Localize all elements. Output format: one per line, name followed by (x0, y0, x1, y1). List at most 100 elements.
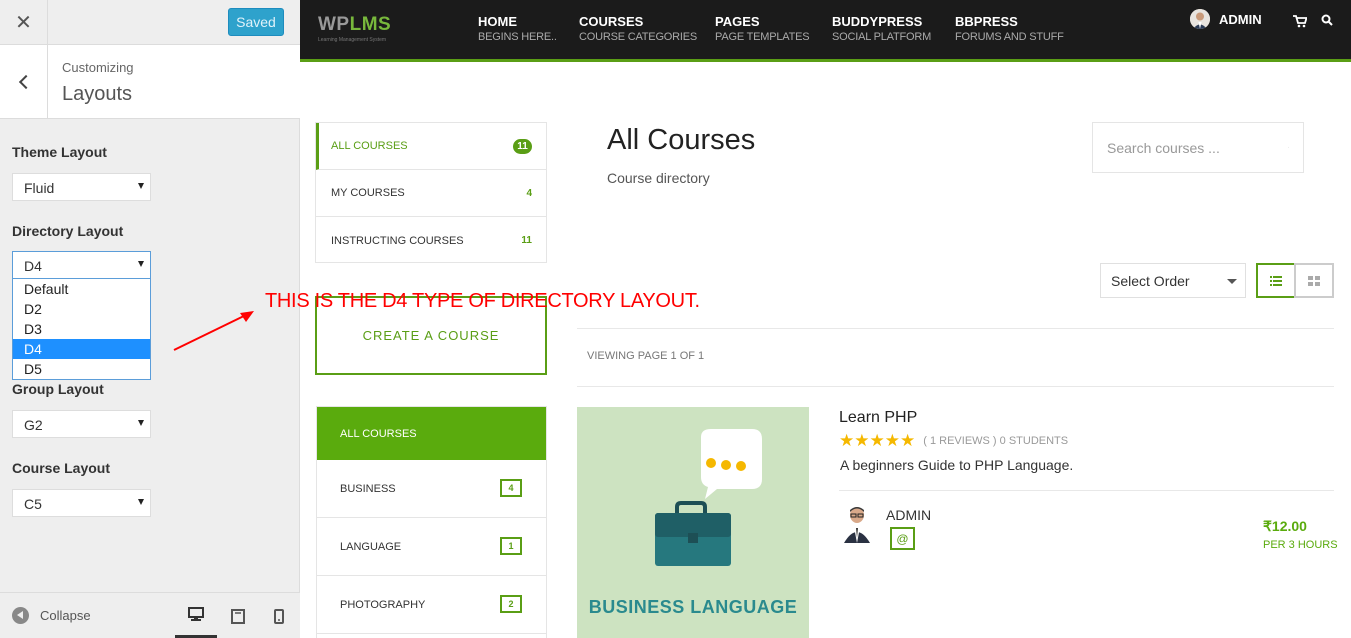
customizing-label: Customizing (62, 60, 134, 75)
site-header: WPLMS Learning Management System Home Be… (300, 0, 1351, 62)
category-item-language[interactable]: Language 1 (317, 518, 546, 576)
course-layout-label: Course Layout (12, 460, 111, 476)
order-select[interactable]: Select Order (1100, 263, 1246, 298)
nav-item-courses[interactable]: Courses Course Categories (579, 14, 697, 43)
category-item-business[interactable]: Business 4 (317, 460, 546, 518)
grid-view-button[interactable] (1294, 263, 1334, 298)
directory-option-d4[interactable]: D4 (13, 339, 150, 359)
order-select-value: Select Order (1111, 273, 1190, 289)
preview-desktop-button[interactable] (175, 593, 217, 638)
customizer-section-header: Customizing Layouts (0, 45, 300, 119)
tab-count: 11 (521, 235, 532, 246)
reviews-count: ( 1 REVIEWS ) (923, 434, 997, 447)
tab-label: My Courses (331, 187, 405, 199)
tab-my-courses[interactable]: My Courses 4 (316, 170, 546, 217)
tab-instructing-courses[interactable]: Instructing Courses 11 (316, 217, 546, 264)
preview-tablet-button[interactable] (217, 593, 259, 638)
course-title-link[interactable]: Learn PHP (839, 409, 917, 427)
nav-sublabel: Course Categories (579, 31, 698, 43)
tablet-icon (231, 608, 245, 624)
category-count: 4 (500, 479, 522, 497)
collapse-icon (12, 607, 29, 624)
section-title: Layouts (62, 83, 133, 105)
search-icon[interactable] (1288, 141, 1289, 154)
category-name: Photography (340, 598, 426, 611)
directory-layout-select[interactable]: D4 (12, 251, 151, 279)
nav-item-home[interactable]: Home Begins here.. (478, 14, 557, 43)
category-count: 1 (500, 537, 522, 555)
course-rating: ★ ★ ★ ★ ★ ( 1 REVIEWS ) 0 STUDENTS (839, 432, 1068, 449)
group-layout-value: G2 (24, 417, 43, 433)
search-input[interactable] (1107, 139, 1288, 156)
directory-option-d5[interactable]: D5 (13, 359, 150, 379)
star-icon: ★ (884, 431, 900, 450)
cart-icon[interactable] (1293, 15, 1308, 33)
star-icon: ★ (900, 431, 916, 450)
directory-layout-label: Directory Layout (12, 223, 124, 239)
directory-option-d3[interactable]: D3 (13, 319, 150, 339)
course-thumbnail[interactable]: BUSINESS LANGUAGE (577, 407, 809, 638)
collapse-button[interactable]: Collapse (12, 607, 91, 624)
nav-label: Courses (579, 14, 644, 29)
user-menu[interactable]: ADMIN (1190, 9, 1262, 29)
caret-down-icon (138, 499, 144, 505)
nav-item-pages[interactable]: Pages Page Templates (715, 14, 810, 43)
nav-sublabel: Begins here.. (478, 31, 557, 43)
caret-down-icon (138, 261, 144, 267)
course-search (1092, 122, 1304, 173)
nav-sublabel: Social Platform (832, 31, 932, 43)
thumbnail-text: BUSINESS LANGUAGE (588, 597, 798, 617)
star-icon: ★ (869, 431, 885, 450)
category-count: 2 (500, 595, 522, 613)
category-all-courses[interactable]: All Courses (317, 407, 546, 460)
caret-down-icon (138, 183, 144, 189)
grid-icon (1308, 275, 1320, 286)
theme-layout-value: Fluid (24, 180, 55, 196)
chevron-left-icon (18, 74, 33, 90)
saved-button[interactable]: Saved (228, 8, 284, 36)
logo-lms: LMS (349, 14, 392, 35)
theme-layout-select[interactable]: Fluid (12, 173, 151, 201)
caret-down-icon (1227, 279, 1237, 284)
tab-label: All Courses (331, 140, 408, 152)
avatar (1190, 9, 1210, 29)
tab-label: Instructing Courses (331, 234, 464, 247)
briefcase-speech-illustration (655, 429, 762, 566)
directory-option-d2[interactable]: D2 (13, 299, 150, 319)
logo-tagline: Learning Management System (318, 37, 387, 43)
email-icon[interactable]: @ (890, 527, 915, 550)
nav-label: BBPress (955, 14, 1018, 29)
divider (577, 328, 1334, 329)
annotation-text: THIS IS THE D4 TYPE OF DIRECTORY LAYOUT. (265, 290, 700, 312)
nav-label: BuddyPress (832, 14, 923, 29)
course-duration: PER 3 HOURS (1263, 539, 1338, 551)
desktop-icon (188, 606, 204, 621)
list-view-button[interactable] (1256, 263, 1296, 298)
search-icon[interactable] (1321, 13, 1333, 31)
site-logo[interactable]: WPLMS Learning Management System (318, 14, 391, 43)
nav-item-bbpress[interactable]: BBPress Forums and stuff (955, 14, 1064, 43)
course-tabs: All Courses 11 My Courses 4 Instructing … (315, 122, 547, 263)
course-layout-select[interactable]: C5 (12, 489, 151, 517)
category-item-photography[interactable]: Photography 2 (317, 576, 546, 634)
back-button[interactable] (0, 45, 48, 119)
nav-item-buddypress[interactable]: BuddyPress Social Platform (832, 14, 931, 43)
group-layout-select[interactable]: G2 (12, 410, 151, 438)
preview-mobile-button[interactable] (258, 593, 300, 638)
course-layout-value: C5 (24, 496, 42, 512)
tab-count-badge: 11 (513, 138, 532, 154)
directory-layout-options: Default D2 D3 D4 D5 (12, 279, 151, 380)
star-icon: ★ (839, 431, 855, 450)
students-count: 0 STUDENTS (999, 434, 1069, 447)
nav-sublabel: Page Templates (715, 31, 810, 43)
instructor-name[interactable]: ADMIN (886, 507, 931, 523)
close-icon[interactable]: ✕ (0, 0, 48, 45)
page-subtitle: Course directory (607, 170, 710, 186)
directory-option-default[interactable]: Default (13, 279, 150, 299)
category-list: All Courses Business 4 Language 1 Photog… (316, 406, 547, 638)
nav-label: Pages (715, 14, 760, 29)
tab-all-courses[interactable]: All Courses 11 (316, 123, 546, 170)
instructor-avatar[interactable] (842, 505, 872, 543)
theme-layout-label: Theme Layout (12, 144, 107, 160)
course-price: ₹12.00 (1263, 518, 1307, 534)
